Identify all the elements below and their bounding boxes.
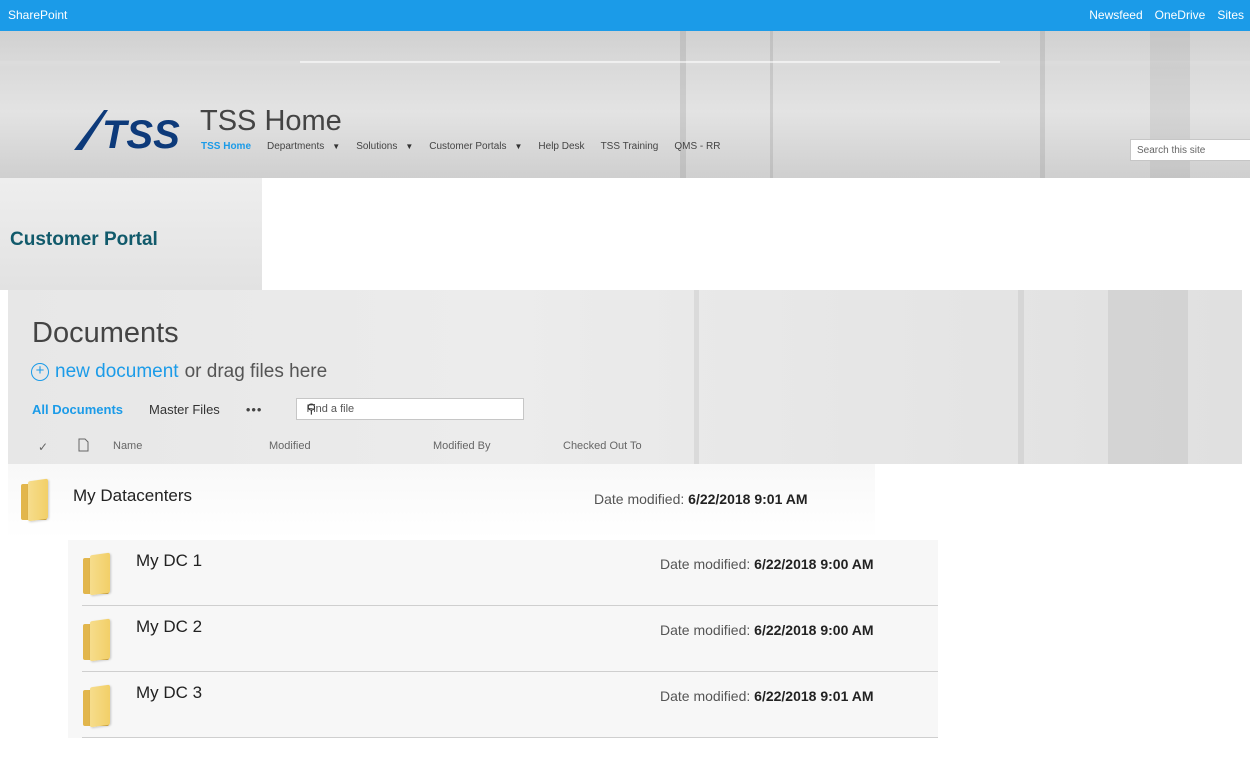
portal-title: Customer Portal (10, 229, 158, 250)
nav-customer-portals[interactable]: Customer Portals ▼ (429, 141, 522, 152)
suite-bar: SharePoint Newsfeed OneDrive Sites (0, 0, 1250, 31)
caret-down-icon: ▼ (405, 142, 414, 151)
nav-tss-home[interactable]: TSS Home (201, 141, 251, 152)
portal-header: Customer Portal (0, 178, 262, 290)
folder-date-modified: Date modified: 6/22/2018 9:00 AM (660, 622, 874, 638)
site-title[interactable]: TSS Home (200, 105, 342, 138)
tss-logo[interactable]: TSS (70, 106, 185, 156)
folder-row-my-dc-3[interactable]: My DC 3 Date modified: 6/22/2018 9:01 AM (68, 672, 938, 738)
site-header: TSS TSS Home TSS Home Departments ▼ Solut… (0, 31, 1250, 178)
caret-down-icon: ▼ (514, 142, 523, 151)
folder-date-modified: Date modified: 6/22/2018 9:01 AM (594, 491, 808, 507)
folder-row-my-dc-2[interactable]: My DC 2 Date modified: 6/22/2018 9:00 AM (68, 606, 938, 672)
folder-date-modified: Date modified: 6/22/2018 9:00 AM (660, 556, 874, 572)
suite-link-newsfeed[interactable]: Newsfeed (1089, 8, 1142, 22)
nav-qms-rr[interactable]: QMS - RR (674, 141, 720, 152)
suite-link-sites[interactable]: Sites (1217, 8, 1244, 22)
more-views-icon[interactable]: ••• (246, 402, 263, 417)
select-all-checkmark-icon[interactable]: ✓ (38, 440, 48, 454)
drag-files-hint: or drag files here (184, 361, 328, 382)
folder-row-my-dc-1[interactable]: My DC 1 Date modified: 6/22/2018 9:00 AM (68, 540, 938, 606)
search-site-input[interactable]: Search this site (1130, 139, 1250, 161)
folder-name[interactable]: My Datacenters (73, 486, 192, 506)
nav-tss-training[interactable]: TSS Training (601, 141, 659, 152)
documents-webpart: Documents + new document or drag files h… (8, 290, 1242, 464)
view-selector: All Documents Master Files ••• Find a fi… (32, 398, 525, 420)
column-header-checked-out[interactable]: Checked Out To (563, 440, 642, 452)
logo-text: TSS (102, 113, 180, 156)
new-document-link[interactable]: new document (55, 361, 179, 383)
suite-links: Newsfeed OneDrive Sites (1089, 8, 1244, 22)
column-header-modified-by[interactable]: Modified By (433, 440, 490, 452)
add-circle-icon[interactable]: + (31, 363, 49, 381)
column-header-modified[interactable]: Modified (269, 440, 311, 452)
nav-departments[interactable]: Departments ▼ (267, 141, 340, 152)
folder-name[interactable]: My DC 2 (136, 617, 202, 637)
top-navigation: TSS Home Departments ▼ Solutions ▼ Custome… (201, 141, 736, 152)
view-all-documents[interactable]: All Documents (32, 402, 123, 417)
nav-solutions[interactable]: Solutions ▼ (356, 141, 413, 152)
document-type-icon (78, 438, 89, 452)
search-icon[interactable]: ⚲ (306, 401, 515, 417)
folder-name[interactable]: My DC 1 (136, 551, 202, 571)
folder-name[interactable]: My DC 3 (136, 683, 202, 703)
sharepoint-brand[interactable]: SharePoint (8, 8, 67, 22)
view-master-files[interactable]: Master Files (149, 402, 220, 417)
caret-down-icon: ▼ (332, 142, 341, 151)
new-document-row: + new document or drag files here (31, 361, 327, 383)
nav-help-desk[interactable]: Help Desk (538, 141, 584, 152)
find-file-input[interactable]: Find a file ⚲ (296, 398, 525, 420)
column-header-name[interactable]: Name (113, 440, 142, 452)
documents-title[interactable]: Documents (32, 317, 179, 350)
folder-row-my-datacenters[interactable]: My Datacenters Date modified: 6/22/2018 … (8, 464, 875, 539)
folder-date-modified: Date modified: 6/22/2018 9:01 AM (660, 688, 874, 704)
suite-link-onedrive[interactable]: OneDrive (1155, 8, 1206, 22)
